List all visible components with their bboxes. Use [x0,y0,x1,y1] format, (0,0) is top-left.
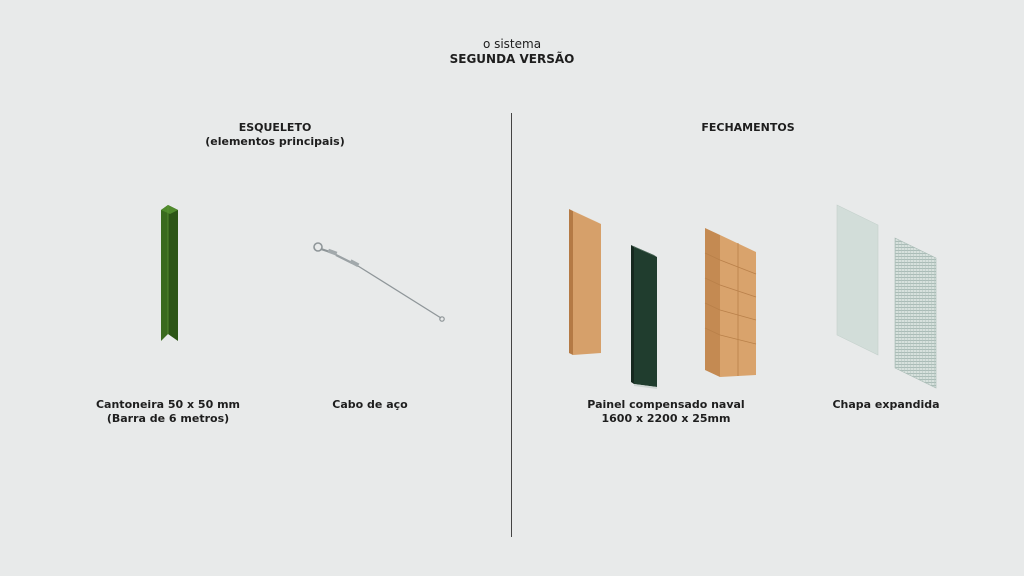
painel-illustration [569,209,757,389]
caption-chapa-line1: Chapa expandida [832,398,940,411]
caption-cantoneira-line1: Cantoneira 50 x 50 mm [95,398,240,411]
caption-painel-line2: 1600 x 2200 x 25mm [601,412,731,425]
caption-cantoneira-line2: (Barra de 6 metros) [106,412,230,425]
caption-cabo-line1: Cabo de aço [332,398,408,411]
chapa-illustration [836,204,937,389]
components-illustration [161,204,937,389]
caption-painel-line1: Painel compensado naval [587,398,745,411]
caption-cabo: Cabo de aço [300,398,440,412]
cabo-illustration [313,242,445,322]
caption-painel: Painel compensado naval 1600 x 2200 x 25… [566,398,766,426]
caption-cantoneira: Cantoneira 50 x 50 mm (Barra de 6 metros… [88,398,248,426]
cantoneira-illustration [161,205,178,341]
caption-chapa: Chapa expandida [806,398,966,412]
